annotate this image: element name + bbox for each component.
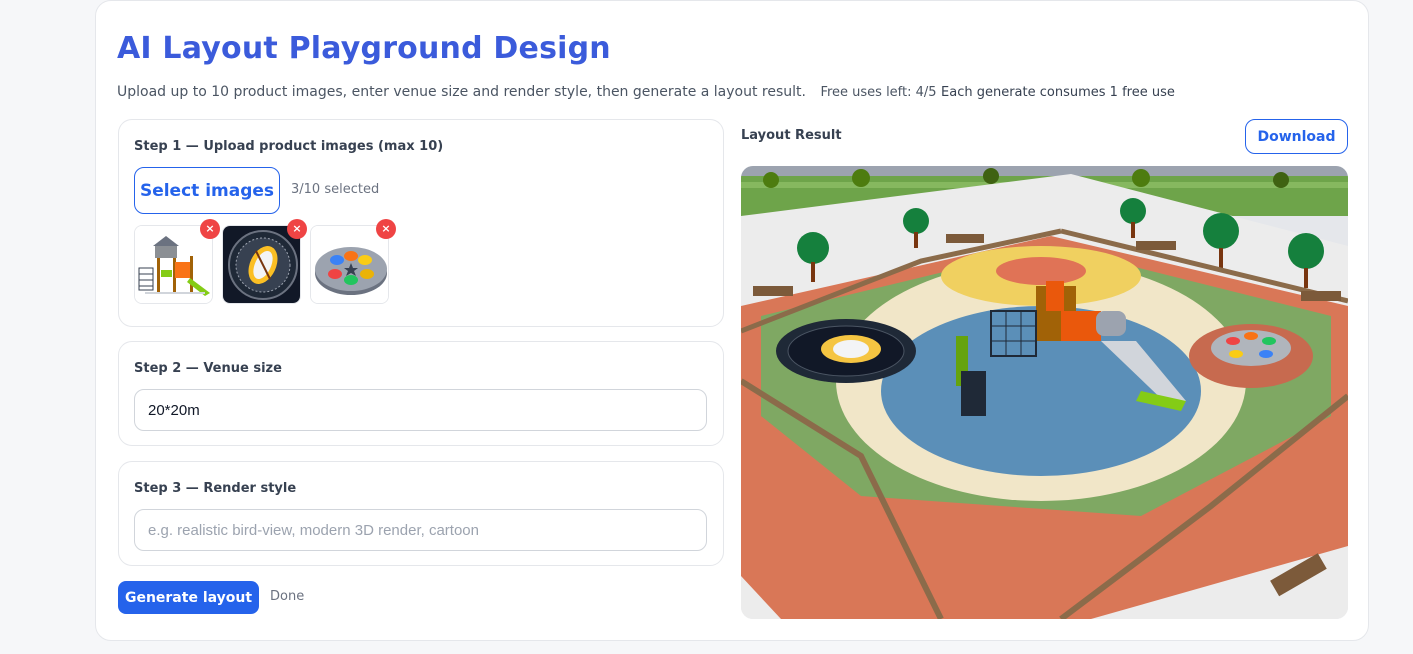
thumbnail-playground-structure[interactable] <box>134 225 213 304</box>
remove-image-2-icon[interactable]: × <box>287 219 307 239</box>
free-uses-text: Free uses left: 4/5 <box>820 85 937 100</box>
main-card: AI Layout Playground Design Upload up to… <box>95 0 1369 641</box>
thumbnail-trampoline[interactable] <box>222 225 301 304</box>
remove-image-3-icon[interactable]: × <box>376 219 396 239</box>
page-subtitle: Upload up to 10 product images, enter ve… <box>117 84 1175 100</box>
step3-label: Step 3 — Render style <box>134 481 297 496</box>
step1-label: Step 1 — Upload product images (max 10) <box>134 139 444 154</box>
venue-size-input[interactable] <box>134 389 707 431</box>
thumbnail-spinner-disc[interactable] <box>310 225 389 304</box>
layout-result-image <box>741 166 1348 619</box>
step3-panel: Step 3 — Render style <box>118 461 724 566</box>
playground-structure-image <box>135 226 212 303</box>
selected-count: 3/10 selected <box>291 182 380 197</box>
status-text: Done <box>270 589 305 604</box>
step1-panel: Step 1 — Upload product images (max 10) … <box>118 119 724 327</box>
download-button[interactable]: Download <box>1245 119 1348 154</box>
step2-label: Step 2 — Venue size <box>134 361 282 376</box>
generate-layout-button[interactable]: Generate layout <box>118 581 259 614</box>
result-label: Layout Result <box>741 128 842 143</box>
render-style-input[interactable] <box>134 509 707 551</box>
step2-panel: Step 2 — Venue size <box>118 341 724 446</box>
select-images-button[interactable]: Select images <box>134 167 280 214</box>
subtitle-text: Upload up to 10 product images, enter ve… <box>117 84 806 100</box>
page-title: AI Layout Playground Design <box>117 31 611 66</box>
remove-image-1-icon[interactable]: × <box>200 219 220 239</box>
uses-note-text: Each generate consumes 1 free use <box>941 85 1175 100</box>
playground-render <box>741 166 1348 619</box>
trampoline-image <box>223 226 300 303</box>
spinner-disc-image <box>311 226 388 303</box>
